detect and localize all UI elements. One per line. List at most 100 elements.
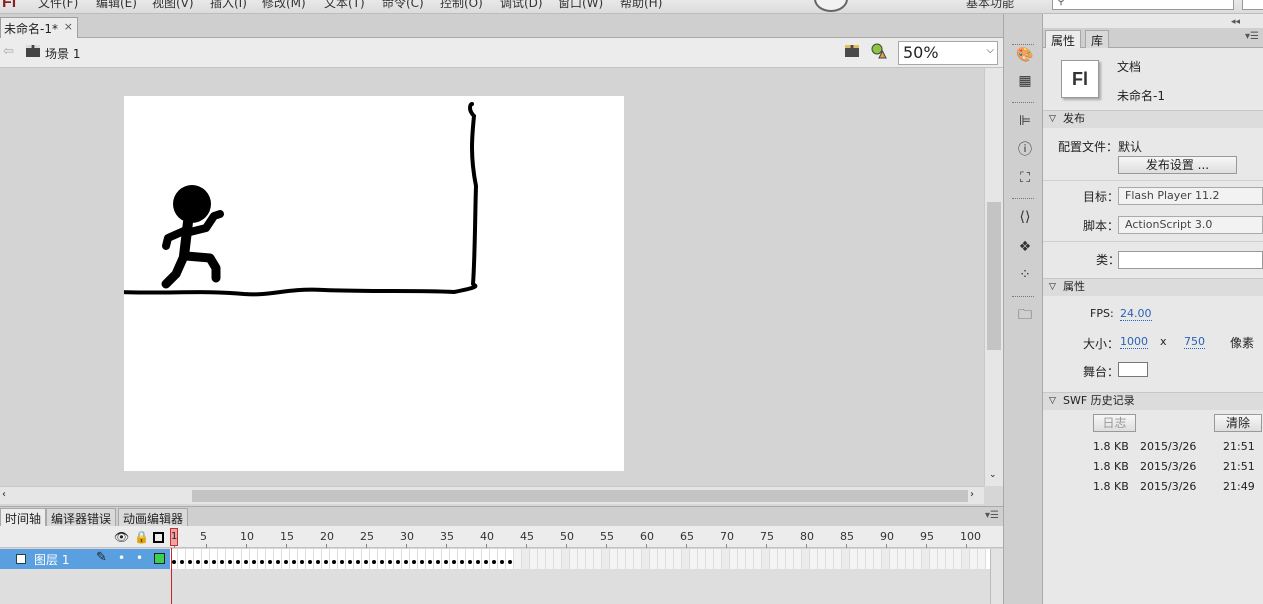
frame-cell[interactable] bbox=[954, 549, 962, 569]
pasteboard[interactable] bbox=[0, 68, 984, 486]
stage-color-swatch[interactable] bbox=[1118, 362, 1148, 377]
back-arrow-icon[interactable]: ⇦ bbox=[3, 44, 14, 59]
frame-cell[interactable] bbox=[834, 549, 842, 569]
section-publish[interactable]: ▽ 发布 bbox=[1043, 110, 1263, 128]
frame-cell[interactable] bbox=[674, 549, 682, 569]
class-input[interactable] bbox=[1118, 251, 1263, 269]
menu-window[interactable]: 窗口(W) bbox=[558, 0, 603, 11]
frame-cell[interactable] bbox=[194, 549, 202, 569]
frame-cell[interactable] bbox=[298, 549, 306, 569]
frame-cell[interactable] bbox=[786, 549, 794, 569]
frame-cell[interactable] bbox=[530, 549, 538, 569]
frame-cell[interactable] bbox=[642, 549, 650, 569]
frame-cell[interactable] bbox=[866, 549, 874, 569]
frame-cell[interactable] bbox=[306, 549, 314, 569]
help-search-input[interactable]: ⚲ bbox=[1052, 0, 1234, 10]
frame-cell[interactable] bbox=[802, 549, 810, 569]
project-icon[interactable]: 🗀 bbox=[1016, 306, 1034, 324]
edit-symbols-icon[interactable] bbox=[871, 43, 887, 59]
log-button[interactable]: 日志 bbox=[1093, 414, 1136, 432]
menu-edit[interactable]: 编辑(E) bbox=[96, 0, 137, 11]
panel-menu-icon[interactable]: ▾☰ bbox=[1245, 31, 1259, 42]
frame-cell[interactable] bbox=[978, 549, 986, 569]
collapse-panels-icon[interactable]: ◂◂ bbox=[1231, 17, 1240, 27]
frame-cell[interactable] bbox=[554, 549, 562, 569]
layer-row[interactable]: 图层 1 ✎ • • bbox=[0, 549, 1003, 569]
frame-cell[interactable] bbox=[442, 549, 450, 569]
frame-cell[interactable] bbox=[754, 549, 762, 569]
frame-cell[interactable] bbox=[178, 549, 186, 569]
frame-cell[interactable] bbox=[794, 549, 802, 569]
frame-cell[interactable] bbox=[210, 549, 218, 569]
frame-cell[interactable] bbox=[930, 549, 938, 569]
frame-cell[interactable] bbox=[842, 549, 850, 569]
frame-cell[interactable] bbox=[498, 549, 506, 569]
frame-cell[interactable] bbox=[346, 549, 354, 569]
frame-cell[interactable] bbox=[626, 549, 634, 569]
frame-cell[interactable] bbox=[818, 549, 826, 569]
frame-cell[interactable] bbox=[538, 549, 546, 569]
frame-cell[interactable] bbox=[378, 549, 386, 569]
frame-cell[interactable] bbox=[274, 549, 282, 569]
frame-cell[interactable] bbox=[682, 549, 690, 569]
layer-frames[interactable] bbox=[170, 549, 990, 569]
frame-cell[interactable] bbox=[946, 549, 954, 569]
zoom-select[interactable]: 50% ⌵ bbox=[898, 41, 998, 65]
align-icon[interactable]: ⊫ bbox=[1016, 112, 1034, 130]
frame-cell[interactable] bbox=[690, 549, 698, 569]
frame-cell[interactable] bbox=[370, 549, 378, 569]
frame-cell[interactable] bbox=[458, 549, 466, 569]
clear-button[interactable]: 清除 bbox=[1214, 414, 1262, 432]
outline-icon[interactable] bbox=[153, 532, 164, 543]
frame-cell[interactable] bbox=[186, 549, 194, 569]
section-properties[interactable]: ▽ 属性 bbox=[1043, 278, 1263, 296]
frame-cell[interactable] bbox=[322, 549, 330, 569]
frame-cell[interactable] bbox=[610, 549, 618, 569]
frame-cell[interactable] bbox=[906, 549, 914, 569]
frame-cell[interactable] bbox=[850, 549, 858, 569]
components-icon[interactable]: ❖ bbox=[1016, 238, 1034, 256]
frame-cell[interactable] bbox=[658, 549, 666, 569]
stage-horizontal-scrollbar[interactable]: ‹ › bbox=[0, 486, 984, 504]
tab-motion-editor[interactable]: 动画编辑器 bbox=[118, 508, 189, 527]
scene-label[interactable]: 场景 1 bbox=[45, 45, 80, 62]
frame-cell[interactable] bbox=[778, 549, 786, 569]
frame-cell[interactable] bbox=[354, 549, 362, 569]
scroll-right-arrow-icon[interactable]: › bbox=[970, 489, 974, 500]
frame-cell[interactable] bbox=[338, 549, 346, 569]
motion-presets-icon[interactable]: ⁘ bbox=[1016, 266, 1034, 284]
stage-drawing[interactable] bbox=[124, 96, 624, 471]
frame-cell[interactable] bbox=[394, 549, 402, 569]
menu-modify[interactable]: 修改(M) bbox=[262, 0, 306, 11]
frame-cell[interactable] bbox=[762, 549, 770, 569]
frame-cell[interactable] bbox=[218, 549, 226, 569]
frame-cell[interactable] bbox=[450, 549, 458, 569]
frame-cell[interactable] bbox=[858, 549, 866, 569]
menu-view[interactable]: 视图(V) bbox=[152, 0, 194, 11]
document-tab[interactable]: 未命名-1* × bbox=[0, 17, 78, 38]
frame-cell[interactable] bbox=[602, 549, 610, 569]
frame-cell[interactable] bbox=[234, 549, 242, 569]
publish-settings-button[interactable]: 发布设置 ... bbox=[1118, 156, 1237, 174]
workspace-switcher[interactable]: 基本功能 bbox=[966, 0, 1014, 11]
outline-color-swatch[interactable] bbox=[154, 553, 165, 564]
tab-timeline[interactable]: 时间轴 bbox=[0, 508, 47, 527]
frame-cell[interactable] bbox=[482, 549, 490, 569]
frame-cell[interactable] bbox=[522, 549, 530, 569]
frame-cell[interactable] bbox=[418, 549, 426, 569]
frame-cell[interactable] bbox=[666, 549, 674, 569]
frame-cell[interactable] bbox=[546, 549, 554, 569]
frame-cell[interactable] bbox=[706, 549, 714, 569]
frame-cell[interactable] bbox=[314, 549, 322, 569]
frame-cell[interactable] bbox=[402, 549, 410, 569]
layer-name-cell[interactable]: 图层 1 ✎ • • bbox=[0, 549, 170, 569]
frame-cell[interactable] bbox=[290, 549, 298, 569]
frame-cell[interactable] bbox=[258, 549, 266, 569]
frame-cell[interactable] bbox=[746, 549, 754, 569]
scroll-down-arrow-icon[interactable]: ⌄ bbox=[989, 470, 997, 480]
frame-cell[interactable] bbox=[722, 549, 730, 569]
frame-cell[interactable] bbox=[578, 549, 586, 569]
frame-cell[interactable] bbox=[650, 549, 658, 569]
code-snippets-icon[interactable]: ⟨⟩ bbox=[1016, 208, 1034, 226]
frame-cell[interactable] bbox=[250, 549, 258, 569]
